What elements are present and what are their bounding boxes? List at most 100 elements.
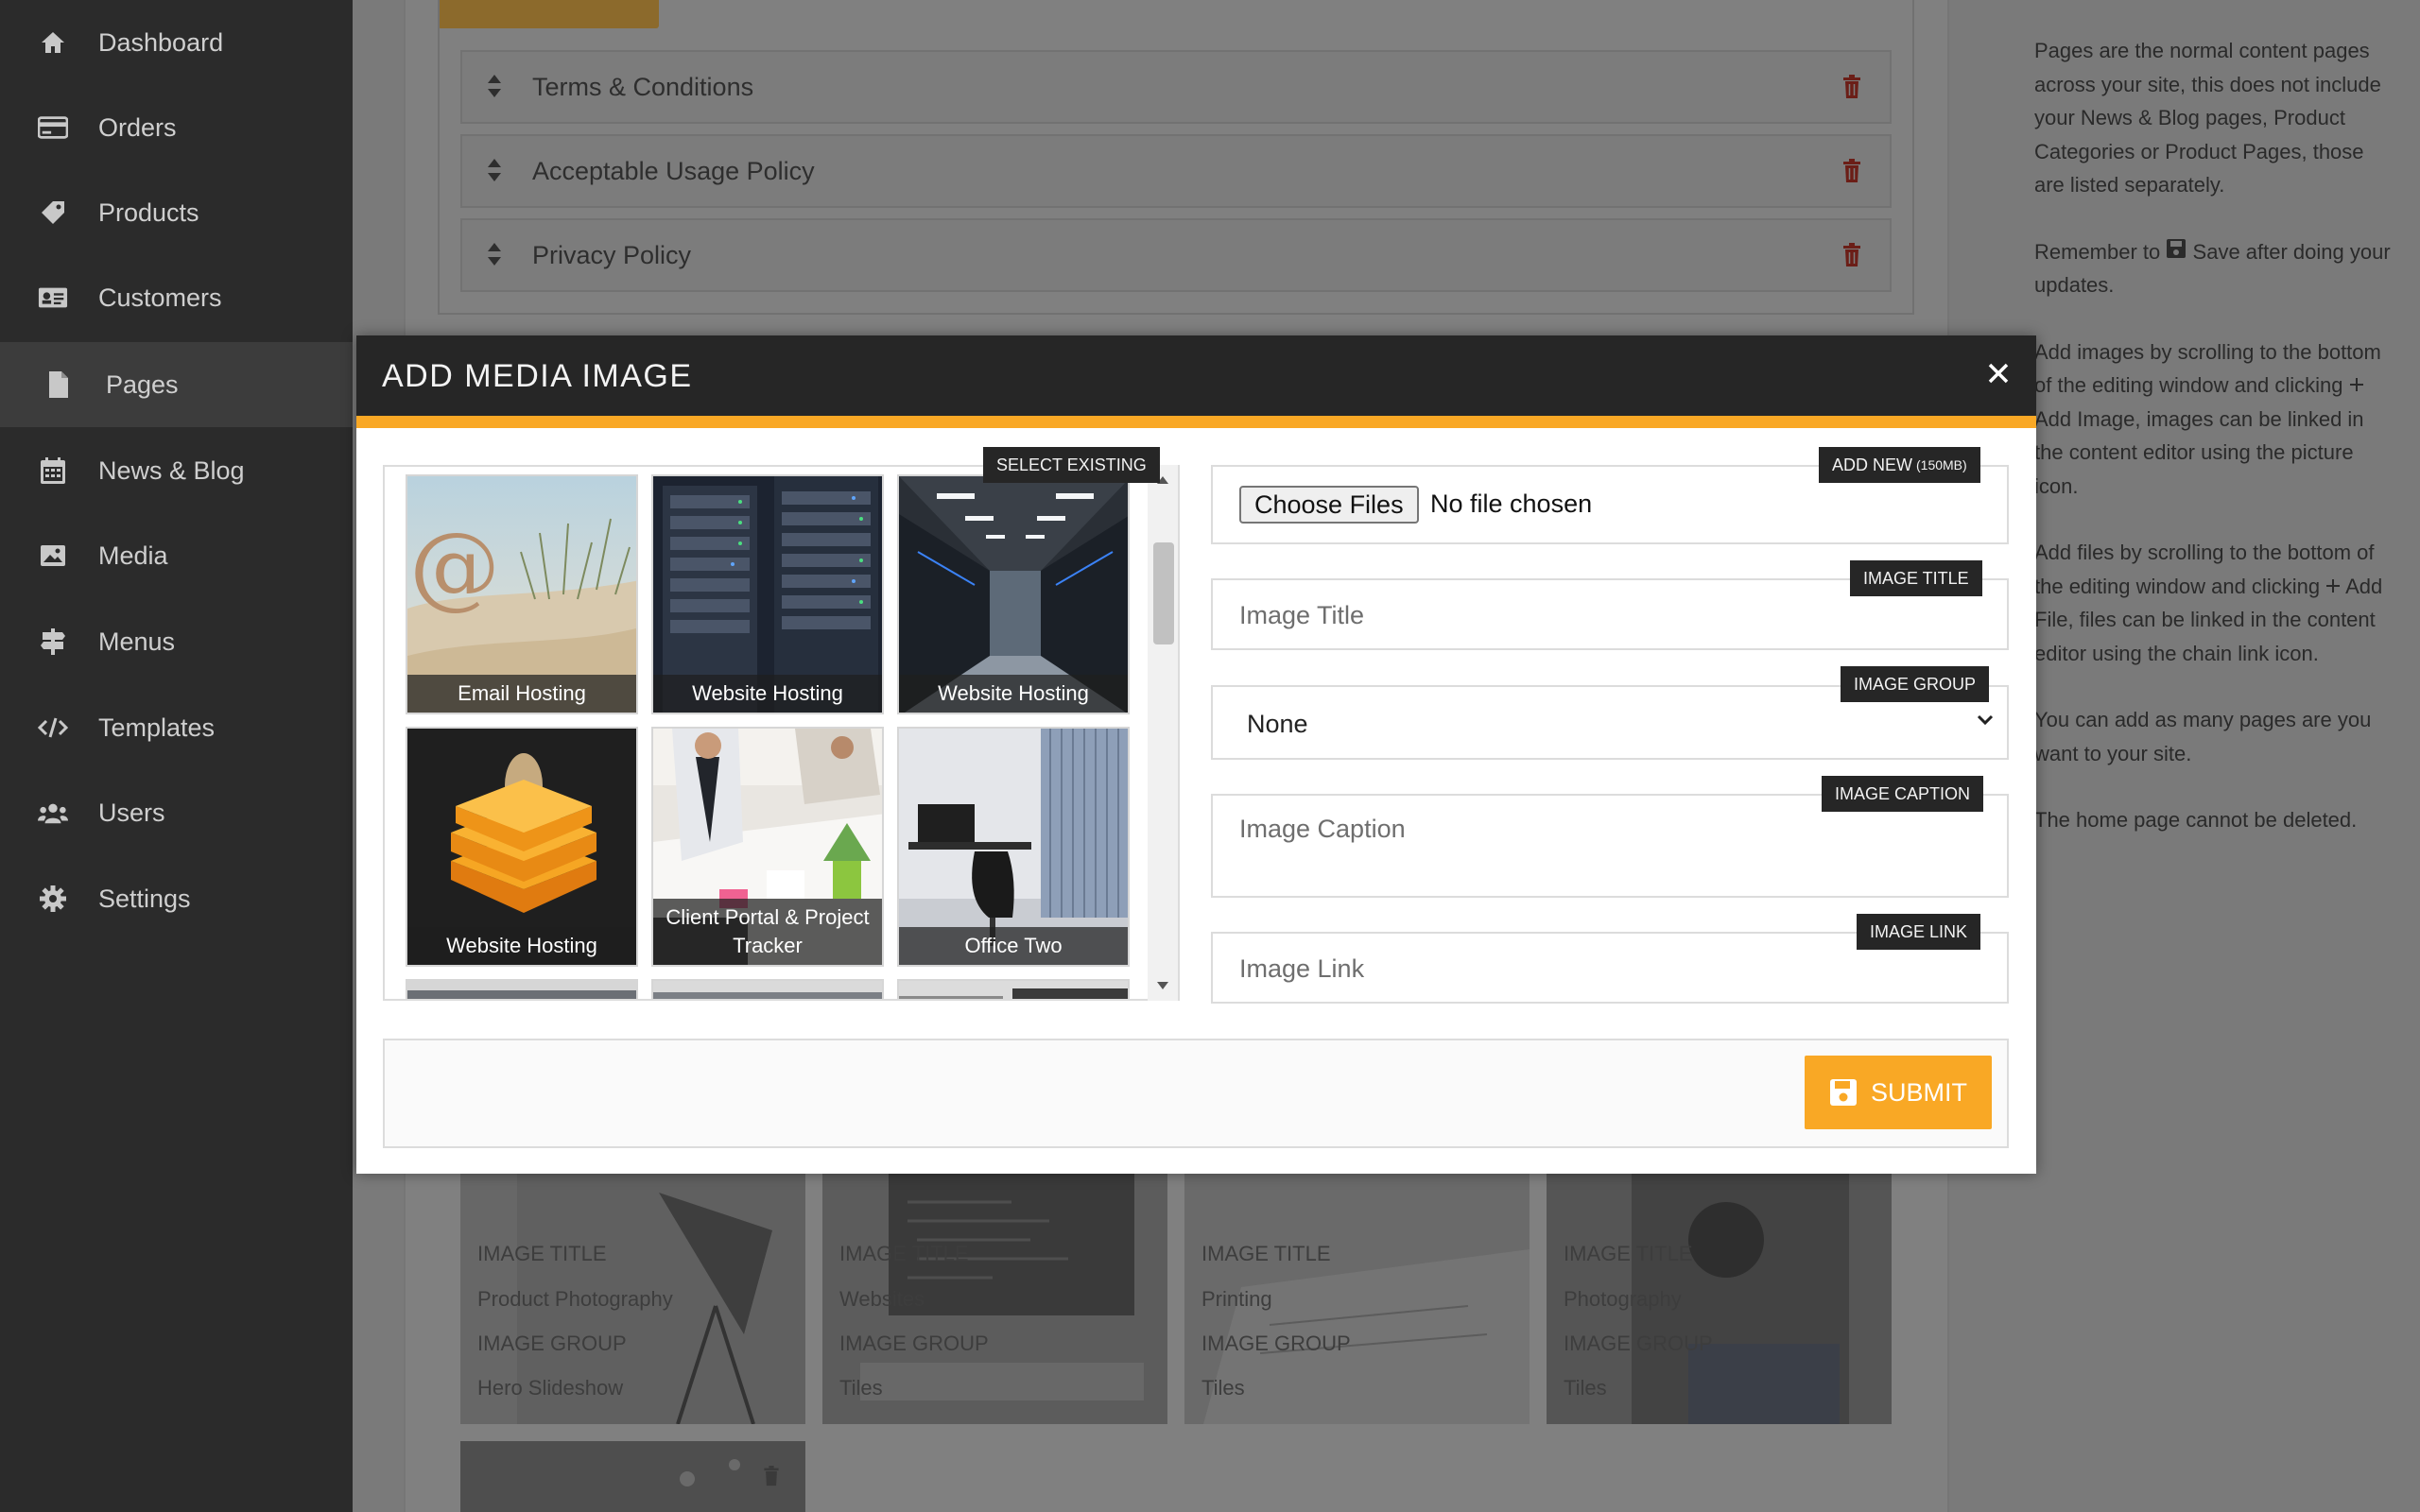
help-text-fragment: Add Image, images can be linked in the c… [2034, 406, 2364, 498]
thumbnail-image [653, 981, 882, 999]
trash-icon[interactable] [1842, 243, 1861, 274]
sidebar-item-pages[interactable]: Pages [0, 342, 353, 427]
thumbnail-image [407, 981, 636, 999]
sidebar-item-users[interactable]: Users [0, 770, 353, 855]
sidebar-item-products[interactable]: Products [0, 170, 353, 255]
tile-group-label: IMAGE GROUP [1564, 1332, 1713, 1355]
image-icon [38, 541, 68, 571]
tile-title-label: IMAGE TITLE [1564, 1242, 1693, 1265]
page-row-aup[interactable]: Acceptable Usage Policy [460, 134, 1892, 208]
tile-title-label: IMAGE TITLE [477, 1242, 607, 1265]
sidebar-item-dashboard[interactable]: Dashboard [0, 0, 353, 85]
sidebar-item-label: Menus [98, 627, 176, 656]
thumbnail-caption: Website Hosting [653, 675, 882, 713]
sidebar-item-label: Orders [98, 112, 177, 142]
users-icon [38, 798, 68, 828]
modal-accent-bar [356, 416, 2036, 428]
image-title-label: IMAGE TITLE [1850, 560, 1982, 596]
image-group-value: None [1247, 710, 1308, 738]
help-text-fragment: Remember to [2034, 239, 2161, 264]
sidebar-item-label: Pages [106, 369, 179, 399]
thumbnail-caption: Website Hosting [899, 675, 1128, 713]
image-thumbnail[interactable]: Client Portal & Project Tracker [651, 727, 884, 967]
media-tile[interactable]: IMAGE TITLE Product Photography IMAGE GR… [460, 1174, 805, 1424]
scroll-thumb[interactable] [1153, 542, 1174, 644]
page-row-privacy[interactable]: Privacy Policy [460, 218, 1892, 292]
sidebar-item-customers[interactable]: Customers [0, 255, 353, 340]
choose-files-button[interactable]: Choose Files [1239, 486, 1419, 524]
sidebar-item-menus[interactable]: Menus [0, 599, 353, 684]
select-existing-label: SELECT EXISTING [983, 447, 1160, 483]
sort-icon[interactable] [487, 158, 502, 189]
image-thumbnail[interactable] [406, 979, 638, 999]
gear-icon [38, 884, 68, 914]
image-thumbnail[interactable]: Office Two [897, 727, 1130, 967]
image-group-label: IMAGE GROUP [1841, 666, 1990, 702]
scroll-down-icon[interactable] [1148, 972, 1178, 999]
close-button[interactable] [1978, 352, 2019, 394]
add-new-label: ADD NEW (150MB) [1819, 447, 1980, 483]
add-media-modal: ADD MEDIA IMAGE @ Email Hosting Website … [356, 335, 2036, 1174]
sidebar-item-label: Templates [98, 713, 216, 742]
thumbnail-image [899, 981, 1128, 999]
sort-icon[interactable] [487, 242, 502, 273]
sidebar-item-templates[interactable]: Templates [0, 685, 353, 770]
plus-icon [2349, 373, 2364, 397]
tile-group: Tiles [839, 1376, 883, 1400]
thumbnail-caption: Client Portal & Project Tracker [653, 899, 882, 965]
help-paragraph: You can add as many pages are you want t… [2034, 708, 2372, 765]
sidebar-item-label: Products [98, 198, 199, 227]
tile-group: Tiles [1201, 1376, 1245, 1400]
save-icon [2166, 238, 2187, 264]
image-link-placeholder: Image Link [1239, 954, 1365, 983]
image-thumbnail[interactable]: Website Hosting [897, 474, 1130, 714]
trash-icon[interactable] [1842, 75, 1861, 106]
tile-title: Websites [839, 1287, 925, 1311]
image-thumbnail[interactable]: Website Hosting [651, 474, 884, 714]
trash-icon[interactable] [1842, 159, 1861, 190]
page-row-label: Acceptable Usage Policy [532, 156, 815, 185]
sidebar-item-label: Media [98, 541, 168, 570]
sidebar: Dashboard Orders Products Customers Page… [0, 0, 353, 1512]
file-icon [43, 369, 74, 400]
tile-group: Hero Slideshow [477, 1376, 624, 1400]
sidebar-item-media[interactable]: Media [0, 513, 353, 598]
sidebar-item-news-blog[interactable]: News & Blog [0, 428, 353, 513]
media-tile[interactable] [460, 1441, 805, 1512]
thumbnail-caption: Email Hosting [407, 675, 636, 713]
image-thumbnail[interactable] [897, 979, 1130, 999]
close-icon [1988, 363, 2009, 384]
home-icon [38, 27, 68, 58]
sidebar-item-label: Dashboard [98, 27, 224, 57]
modal-header: ADD MEDIA IMAGE [356, 335, 2036, 416]
credit-card-icon [38, 112, 68, 143]
media-tile[interactable]: IMAGE TITLE Photography IMAGE GROUP Tile… [1547, 1174, 1892, 1424]
sidebar-item-settings[interactable]: Settings [0, 856, 353, 941]
existing-scrollbar[interactable] [1148, 465, 1178, 1001]
help-paragraph: Remember to Save after doing your update… [2034, 235, 2392, 302]
submit-button[interactable]: SUBMIT [1805, 1056, 1992, 1129]
sidebar-item-orders[interactable]: Orders [0, 85, 353, 170]
sort-icon[interactable] [487, 74, 502, 105]
image-title-placeholder: Image Title [1239, 601, 1365, 629]
media-tile[interactable]: IMAGE TITLE Printing IMAGE GROUP Tiles [1184, 1174, 1530, 1424]
page-row-terms[interactable]: Terms & Conditions [460, 50, 1892, 124]
help-text-fragment: Add images by scrolling to the bottom of… [2034, 339, 2381, 398]
existing-images-panel[interactable]: @ Email Hosting Website Hosting Website … [383, 465, 1180, 1001]
thumbnail-caption: Website Hosting [407, 927, 636, 965]
plus-icon [2325, 575, 2341, 598]
tile-title-label: IMAGE TITLE [839, 1242, 969, 1265]
tag-icon [38, 198, 68, 228]
media-tile[interactable]: IMAGE TITLE Websites IMAGE GROUP Tiles [822, 1174, 1167, 1424]
add-new-limit: (150MB) [1916, 457, 1967, 472]
image-thumbnail[interactable] [651, 979, 884, 999]
calendar-icon [38, 455, 68, 486]
page-row-label: Terms & Conditions [532, 72, 754, 101]
trash-icon[interactable] [763, 1466, 780, 1491]
sidebar-item-label: Users [98, 798, 165, 827]
image-thumbnail[interactable]: Website Hosting [406, 727, 638, 967]
help-paragraph: Pages are the normal content pages acros… [2034, 39, 2381, 197]
image-thumbnail[interactable]: @ Email Hosting [406, 474, 638, 714]
help-paragraph: Add images by scrolling to the bottom of… [2034, 335, 2392, 504]
sidebar-item-label: News & Blog [98, 455, 245, 485]
